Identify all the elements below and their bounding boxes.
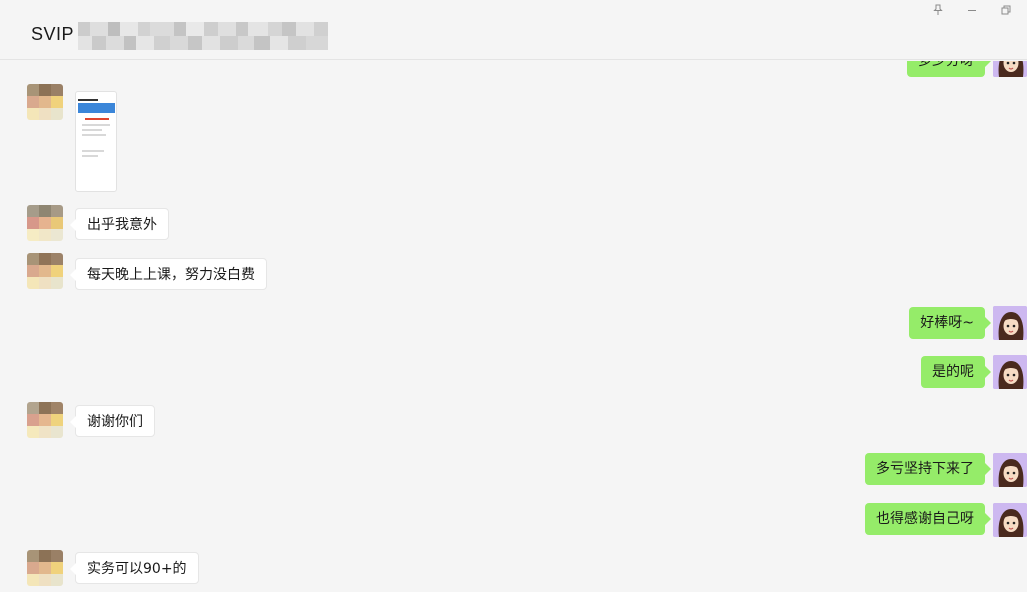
message-list[interactable]: 多少分呀 出乎我意外 每天晚上上课，努力没白费 好棒呀~ 是的呢 谢谢你们 多亏… — [0, 61, 1027, 592]
contact-avatar[interactable] — [27, 253, 63, 289]
received-bubble[interactable]: 谢谢你们 — [70, 405, 155, 437]
sent-bubble[interactable]: 好棒呀~ — [909, 307, 991, 339]
window-controls — [931, 3, 1013, 17]
sent-bubble[interactable]: 也得感谢自己呀 — [865, 503, 991, 535]
contact-avatar[interactable] — [27, 205, 63, 241]
my-avatar[interactable] — [993, 503, 1027, 537]
message-row: 每天晚上上课，努力没白费 — [0, 253, 1027, 290]
sent-bubble[interactable]: 多少分呀 — [907, 61, 991, 77]
received-bubble[interactable]: 每天晚上上课，努力没白费 — [70, 258, 267, 290]
my-avatar[interactable] — [993, 306, 1027, 340]
chat-window: SVIP 多少分呀 出乎我意外 每天晚上上课，努力没白费 好棒呀~ 是的呢 谢谢… — [0, 0, 1027, 592]
sent-bubble[interactable]: 是的呢 — [921, 356, 991, 388]
pin-icon[interactable] — [931, 3, 945, 17]
message-row: 出乎我意外 — [0, 205, 1027, 241]
received-bubble[interactable]: 出乎我意外 — [70, 208, 169, 240]
image-message[interactable] — [75, 91, 117, 192]
chat-title: SVIP — [31, 24, 75, 44]
restore-icon[interactable] — [999, 3, 1013, 17]
message-row: 是的呢 — [0, 355, 1027, 391]
received-bubble[interactable]: 实务可以90+的 — [70, 552, 199, 584]
my-avatar[interactable] — [993, 61, 1027, 77]
redacted-title-mosaic — [78, 22, 328, 50]
my-avatar[interactable] — [993, 453, 1027, 487]
message-row: 多亏坚持下来了 — [0, 453, 1027, 489]
sent-bubble[interactable]: 多亏坚持下来了 — [865, 453, 991, 485]
message-row: 谢谢你们 — [0, 402, 1027, 438]
minimize-icon[interactable] — [965, 3, 979, 17]
contact-avatar[interactable] — [27, 402, 63, 438]
my-avatar[interactable] — [993, 355, 1027, 389]
contact-avatar[interactable] — [27, 550, 63, 586]
message-row — [0, 84, 1027, 194]
title-bar: SVIP — [0, 0, 1027, 60]
contact-avatar[interactable] — [27, 84, 63, 120]
message-row: 好棒呀~ — [0, 306, 1027, 342]
message-row: 多少分呀 — [0, 61, 1027, 79]
message-row: 实务可以90+的 — [0, 550, 1027, 592]
message-row: 也得感谢自己呀 — [0, 503, 1027, 539]
